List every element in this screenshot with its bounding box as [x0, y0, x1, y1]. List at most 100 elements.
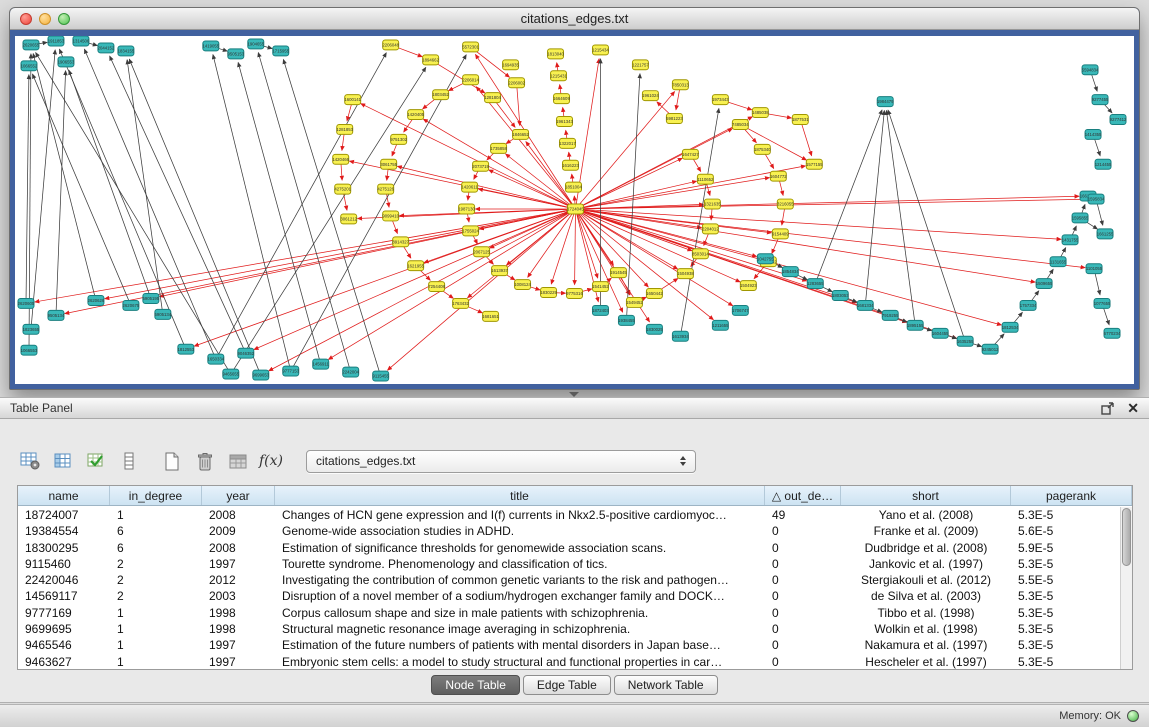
table-row[interactable]: 911546021997Tourette syndrome. Phenomeno…: [18, 556, 1120, 572]
column-header-title[interactable]: title: [275, 486, 765, 505]
table-cell[interactable]: 18300295: [18, 540, 110, 556]
table-cell[interactable]: 49: [765, 507, 841, 523]
table-cell[interactable]: 2: [110, 588, 202, 604]
graph-edge[interactable]: [575, 209, 1085, 268]
table-cell[interactable]: 2: [110, 572, 202, 588]
table-cell[interactable]: 9115460: [18, 556, 110, 572]
table-cell[interactable]: 0: [765, 556, 841, 572]
table-cell[interactable]: Disruption of a novel member of a sodium…: [275, 588, 765, 604]
table-cell[interactable]: 1997: [202, 637, 275, 653]
table-cell[interactable]: 0: [765, 523, 841, 539]
table-cell[interactable]: 9465546: [18, 637, 110, 653]
table-cell[interactable]: Structural magnetic resonance image aver…: [275, 621, 765, 637]
graph-edge[interactable]: [105, 209, 576, 299]
table-cell[interactable]: 0: [765, 605, 841, 621]
table-cell[interactable]: Embryonic stem cells: a model to study s…: [275, 654, 765, 669]
graph-edge[interactable]: [283, 59, 380, 376]
column-header-short[interactable]: short: [841, 486, 1011, 505]
table-cell[interactable]: 0: [765, 637, 841, 653]
table-cell[interactable]: 6: [110, 540, 202, 556]
import-table-button[interactable]: [82, 448, 110, 474]
table-cell[interactable]: 19384554: [18, 523, 110, 539]
table-row[interactable]: 1938455462009Genome-wide association stu…: [18, 523, 1120, 539]
table-row[interactable]: 946362711997Embryonic stem cells: a mode…: [18, 654, 1120, 669]
new-table-button[interactable]: [158, 448, 186, 474]
graph-edge[interactable]: [575, 199, 1087, 209]
table-cell[interactable]: 1: [110, 507, 202, 523]
close-panel-icon[interactable]: ✕: [1127, 401, 1139, 415]
graph-edge[interactable]: [56, 71, 66, 316]
table-cell[interactable]: 14569117: [18, 588, 110, 604]
network-svg[interactable]: 1724045185100416162231322017196134316646…: [15, 36, 1134, 384]
scrollbar-thumb[interactable]: [1122, 508, 1131, 566]
table-cell[interactable]: Tourette syndrome. Phenomenology and cla…: [275, 556, 765, 572]
graph-edge[interactable]: [886, 110, 915, 325]
graph-edge[interactable]: [238, 63, 321, 365]
table-cell[interactable]: Changes of HCN gene expression and I(f) …: [275, 507, 765, 523]
graph-edge[interactable]: [69, 70, 151, 298]
table-row[interactable]: 1456911722003Disruption of a novel membe…: [18, 588, 1120, 604]
table-cell[interactable]: Franke et al. (2009): [841, 523, 1011, 539]
graph-edge[interactable]: [269, 209, 576, 371]
table-cell[interactable]: 2: [110, 556, 202, 572]
delete-table-button[interactable]: [191, 448, 219, 474]
graph-edge[interactable]: [575, 178, 769, 209]
table-cell[interactable]: 2003: [202, 588, 275, 604]
zoom-window-button[interactable]: [58, 13, 70, 25]
table-cell[interactable]: Nakamura et al. (1997): [841, 637, 1011, 653]
table-cell[interactable]: de Silva et al. (2003): [841, 588, 1011, 604]
graph-edge[interactable]: [35, 209, 576, 302]
table-cell[interactable]: Hescheler et al. (1997): [841, 654, 1011, 669]
table-cell[interactable]: 22420046: [18, 572, 110, 588]
merge-table-button[interactable]: [224, 448, 252, 474]
graph-edge[interactable]: [575, 209, 576, 285]
table-cell[interactable]: 9699695: [18, 621, 110, 637]
table-cell[interactable]: 5.3E-5: [1011, 605, 1120, 621]
show-columns-button[interactable]: [49, 448, 77, 474]
graph-edge[interactable]: [127, 60, 163, 315]
column-header-pagerank[interactable]: pagerank: [1011, 486, 1132, 505]
graph-edge[interactable]: [423, 119, 575, 209]
graph-edge[interactable]: [575, 117, 752, 209]
table-settings-button[interactable]: [16, 448, 44, 474]
table-cell[interactable]: 5.3E-5: [1011, 621, 1120, 637]
graph-edge[interactable]: [84, 49, 215, 359]
table-cell[interactable]: 2012: [202, 572, 275, 588]
table-cell[interactable]: 5.5E-5: [1011, 572, 1120, 588]
table-row[interactable]: 977716911998Corpus callosum shape and si…: [18, 605, 1120, 621]
graph-edge[interactable]: [888, 110, 965, 341]
table-cell[interactable]: 1: [110, 605, 202, 621]
tab-edge-table[interactable]: Edge Table: [523, 675, 611, 695]
table-cell[interactable]: 5.3E-5: [1011, 588, 1120, 604]
tab-network-table[interactable]: Network Table: [614, 675, 718, 695]
graph-edge[interactable]: [575, 209, 597, 278]
network-canvas[interactable]: 1724045185100416162231322017196134316646…: [15, 36, 1134, 384]
row-tools-button[interactable]: [115, 448, 143, 474]
table-row[interactable]: 969969511998Structural magnetic resonanc…: [18, 621, 1120, 637]
table-cell[interactable]: 1: [110, 654, 202, 669]
graph-edge[interactable]: [575, 209, 1035, 282]
table-cell[interactable]: Estimation of significance thresholds fo…: [275, 540, 765, 556]
table-cell[interactable]: Estimation of the future numbers of pati…: [275, 637, 765, 653]
graph-edge[interactable]: [26, 75, 29, 304]
table-cell[interactable]: 0: [765, 540, 841, 556]
table-source-dropdown[interactable]: citations_edges.txt: [306, 450, 696, 473]
table-row[interactable]: 1830029562008Estimation of significance …: [18, 540, 1120, 556]
table-cell[interactable]: 5.3E-5: [1011, 507, 1120, 523]
table-cell[interactable]: 2008: [202, 507, 275, 523]
minimize-window-button[interactable]: [39, 13, 51, 25]
graph-edge[interactable]: [865, 111, 884, 306]
table-cell[interactable]: 0: [765, 572, 841, 588]
table-cell[interactable]: Tibbo et al. (1998): [841, 605, 1011, 621]
table-cell[interactable]: 9463627: [18, 654, 110, 669]
table-row[interactable]: 2242004622012Investigating the contribut…: [18, 572, 1120, 588]
table-cell[interactable]: 1997: [202, 556, 275, 572]
table-cell[interactable]: Stergiakouli et al. (2012): [841, 572, 1011, 588]
graph-edge[interactable]: [575, 196, 1079, 209]
graph-edge[interactable]: [575, 92, 674, 209]
table-cell[interactable]: 2009: [202, 523, 275, 539]
table-cell[interactable]: Investigating the contribution of common…: [275, 572, 765, 588]
column-header-out_de[interactable]: △ out_de…: [765, 486, 841, 505]
tab-node-table[interactable]: Node Table: [431, 675, 520, 695]
table-cell[interactable]: 1: [110, 637, 202, 653]
